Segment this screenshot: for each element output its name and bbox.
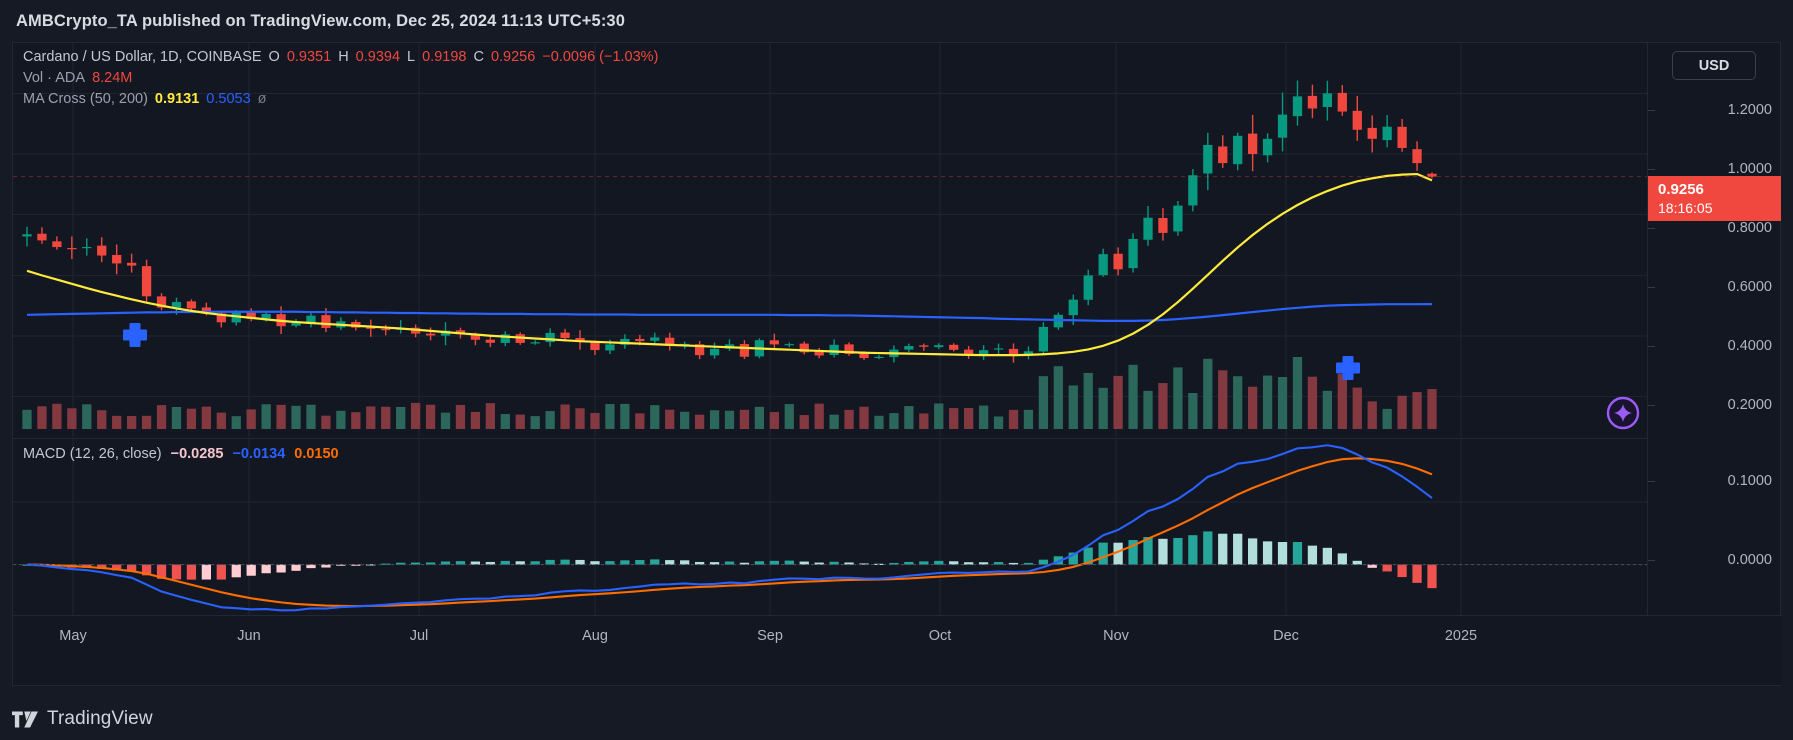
current-price-tag[interactable]: 0.9256 18:16:05 [1648, 176, 1781, 221]
ai-insight-badge [1606, 396, 1640, 430]
tradingview-logo-icon [12, 711, 38, 727]
time-tick: Aug [582, 628, 608, 644]
axis-tick-macd: 0.1000 [1648, 473, 1772, 489]
time-axis[interactable]: May Jun Jul Aug Sep Oct Nov Dec 2025 [13, 615, 1782, 685]
time-tick: Nov [1103, 628, 1129, 644]
time-tick: Oct [928, 628, 952, 644]
macd-legend-signal: 0.0150 [294, 446, 339, 462]
chart-legend: Cardano / US Dollar, 1D, COINBASE O 0.935… [23, 49, 658, 112]
macd-legend-macd: −0.0134 [232, 446, 286, 462]
time-tick: Dec [1273, 628, 1299, 644]
legend-high-value: 0.9394 [355, 49, 401, 65]
axis-tick-price: 1.2000 [1648, 102, 1772, 118]
footer: TradingView [12, 708, 153, 730]
macd-legend-hist: −0.0285 [170, 446, 224, 462]
axis-tick-price: 1.0000 [1648, 161, 1772, 177]
legend-symbol: Cardano / US Dollar, 1D, COINBASE [23, 49, 262, 65]
legend-open-label: O [268, 49, 280, 65]
axis-tick-price: 0.8000 [1648, 220, 1772, 236]
current-price-countdown: 18:16:05 [1658, 200, 1713, 216]
macd-legend-name: MACD (12, 26, close) [23, 446, 162, 462]
time-tick: 2025 [1444, 628, 1478, 644]
legend-open-value: 0.9351 [286, 49, 332, 65]
attribution-header: AMBCrypto_TA published on TradingView.co… [0, 0, 1793, 42]
chart-frame: Cardano / US Dollar, 1D, COINBASE O 0.935… [12, 42, 1782, 686]
axis-tick-price: 0.2000 [1648, 397, 1772, 413]
legend-change: −0.0096 (−1.03%) [542, 49, 659, 65]
time-tick: Jul [409, 628, 429, 644]
current-price-value: 0.9256 [1658, 181, 1704, 198]
legend-ma-fast-value: 0.9131 [154, 91, 200, 107]
legend-volume-value: 8.24M [92, 70, 133, 86]
legend-low-label: L [407, 49, 416, 65]
legend-volume-label: Vol · ADA [23, 70, 86, 86]
tradingview-brand: TradingView [47, 708, 153, 729]
legend-ma-slow-value: 0.5053 [206, 91, 251, 107]
legend-close-label: C [473, 49, 484, 65]
legend-ma-extra: ø [257, 91, 267, 107]
macd-legend[interactable]: MACD (12, 26, close) −0.0285 −0.0134 0.0… [23, 446, 339, 462]
price-axis[interactable]: USD 1.2000 1.0000 0.8000 0.6000 0.4000 0… [1647, 43, 1781, 616]
currency-badge[interactable]: USD [1672, 51, 1756, 80]
tradingview-chart-screenshot: AMBCrypto_TA published on TradingView.co… [0, 0, 1793, 740]
time-tick: Jun [237, 628, 261, 644]
legend-low-value: 0.9198 [422, 49, 467, 65]
legend-ma-label: MA Cross (50, 200) [23, 91, 148, 107]
legend-row-ma-cross[interactable]: MA Cross (50, 200) 0.9131 0.5053 ø [23, 91, 658, 112]
axis-tick-price: 0.6000 [1648, 279, 1772, 295]
axis-tick-price: 0.4000 [1648, 338, 1772, 354]
macd-chart-canvas [13, 439, 1649, 616]
legend-high-label: H [338, 49, 349, 65]
legend-row-volume[interactable]: Vol · ADA 8.24M [23, 70, 658, 91]
axis-tick-macd: 0.0000 [1648, 552, 1772, 568]
time-tick: Sep [757, 628, 783, 644]
legend-close-value: 0.9256 [490, 49, 536, 65]
ma-cross-marker [123, 323, 147, 347]
macd-pane[interactable] [13, 438, 1649, 616]
legend-row-symbol[interactable]: Cardano / US Dollar, 1D, COINBASE O 0.935… [23, 49, 658, 70]
time-tick: May [59, 628, 87, 644]
